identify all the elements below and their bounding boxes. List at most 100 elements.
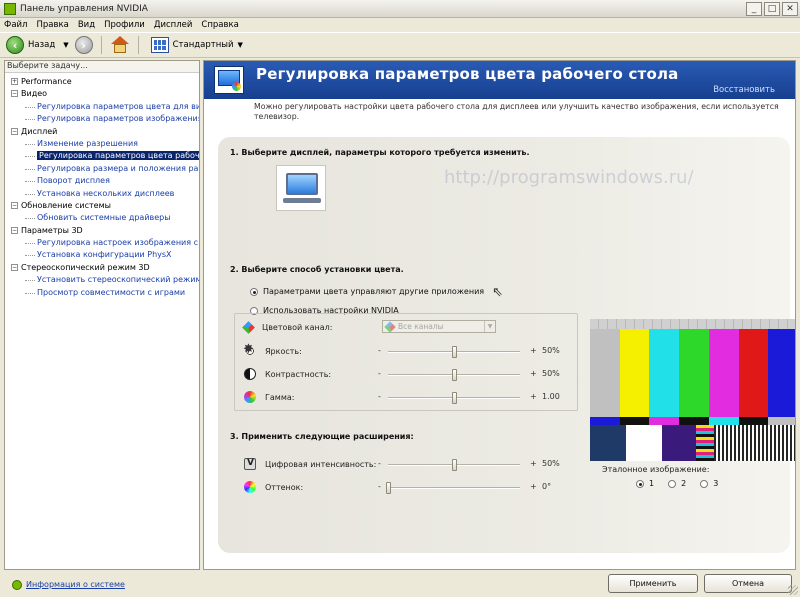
sidebar-item[interactable]: Регулировка настроек изображения с пр <box>5 237 199 249</box>
step2-title: 2. Выберите способ установки цвета. <box>230 265 404 274</box>
slider-thumb[interactable] <box>452 346 457 358</box>
vibrance-slider[interactable]: - +50% <box>378 459 580 471</box>
main-panel: Регулировка параметров цвета рабочего ст… <box>203 60 796 570</box>
display-select-tile[interactable] <box>276 165 326 211</box>
reference-option-label: 2 <box>681 479 687 488</box>
radio-dot[interactable] <box>250 287 258 296</box>
sidebar-category[interactable]: − Параметры 3D <box>5 225 199 237</box>
sidebar-item[interactable]: Установка конфигурации PhysX <box>5 249 199 261</box>
slider-thumb[interactable] <box>386 482 391 494</box>
sidebar-item[interactable]: Изменение разрешения <box>5 138 199 150</box>
tree-expander-icon[interactable]: + <box>11 78 18 85</box>
contrast-slider[interactable]: - +50% <box>378 369 580 381</box>
radio-other-apps-label: Параметрами цвета управляют другие прило… <box>263 287 485 296</box>
slider-minus-icon[interactable]: - <box>378 346 381 355</box>
slider-plus-icon[interactable]: + <box>530 392 537 401</box>
radio-dot[interactable] <box>636 479 644 488</box>
restore-link[interactable]: Восстановить <box>713 85 775 95</box>
resize-grip[interactable] <box>788 585 798 595</box>
slider-plus-icon[interactable]: + <box>530 346 537 355</box>
channel-row: Цветовой канал: <box>242 320 392 334</box>
reference-option-label: 1 <box>649 479 655 488</box>
slider-plus-icon[interactable]: + <box>530 482 537 491</box>
sidebar-item[interactable]: Просмотр совместимости с играми <box>5 287 199 299</box>
sidebar-category[interactable]: − Видео <box>5 88 199 100</box>
sidebar-label: Установка конфигурации PhysX <box>37 250 172 260</box>
tree-expander-icon[interactable]: − <box>11 201 18 209</box>
sidebar-label: Видео <box>21 89 48 99</box>
slider-track[interactable] <box>388 487 520 489</box>
page-title: Регулировка параметров цвета рабочего ст… <box>256 65 679 83</box>
sidebar-item[interactable]: Регулировка параметров изображения д <box>5 113 199 125</box>
back-arrow-icon[interactable]: ‹ <box>6 36 24 54</box>
radio-dot[interactable] <box>668 479 677 488</box>
sidebar-category[interactable]: − Стереоскопический режим 3D <box>5 262 199 274</box>
reference-option-1[interactable]: 1 <box>636 479 654 488</box>
sidebar-category[interactable]: − Обновление системы <box>5 200 199 212</box>
home-icon[interactable] <box>110 36 130 54</box>
sidebar-item[interactable]: Регулировка параметров цвета для вид <box>5 101 199 113</box>
slider-thumb[interactable] <box>452 392 457 404</box>
sidebar-label: Регулировка размера и положения рабо <box>37 163 199 173</box>
menu-help[interactable]: Справка <box>201 20 238 30</box>
back-button-label[interactable]: Назад <box>28 40 55 50</box>
color-bar <box>768 319 795 417</box>
tree-expander-icon[interactable]: − <box>11 263 18 271</box>
radio-other-apps[interactable]: Параметрами цвета управляют другие прило… <box>250 287 484 296</box>
contrast-label: Контрастность: <box>265 369 332 379</box>
color-channel-select[interactable]: Все каналы ▼ <box>382 320 496 333</box>
sidebar-item[interactable]: Регулировка параметров цвета рабочег <box>5 150 199 162</box>
reference-image-label: Эталонное изображение: <box>602 465 710 474</box>
reference-option-2[interactable]: 2 <box>668 479 686 488</box>
watermark-text: http://programswindows.ru/ <box>444 167 694 188</box>
close-button[interactable]: ✕ <box>782 1 798 16</box>
slider-thumb[interactable] <box>452 459 457 471</box>
sidebar-item[interactable]: Регулировка размера и положения рабо <box>5 163 199 175</box>
tree-expander-icon[interactable]: − <box>11 127 18 135</box>
cancel-button[interactable]: Отмена <box>704 574 792 593</box>
menu-file[interactable]: Файл <box>4 20 27 30</box>
brightness-slider[interactable]: - +50% <box>378 346 580 358</box>
sidebar-item[interactable]: Поворот дисплея <box>5 175 199 187</box>
slider-thumb[interactable] <box>452 369 457 381</box>
mouse-cursor-icon: ⇖ <box>492 285 503 300</box>
hue-slider[interactable]: - +0° <box>378 482 580 494</box>
back-dropdown-icon[interactable]: ▼ <box>63 41 68 49</box>
sidebar-label: Performance <box>21 77 72 86</box>
sidebar-category[interactable]: + Performance <box>5 76 199 88</box>
forward-arrow-icon[interactable]: › <box>74 36 93 54</box>
reference-option-3[interactable]: 3 <box>700 479 718 488</box>
radio-dot[interactable] <box>700 479 709 488</box>
tree-expander-icon[interactable]: − <box>11 90 18 98</box>
view-mode-icon[interactable] <box>150 37 169 53</box>
sidebar-item[interactable]: Установка нескольких дисплеев <box>5 188 199 200</box>
minimize-button[interactable]: _ <box>746 1 762 16</box>
slider-minus-icon[interactable]: - <box>378 482 381 491</box>
chevron-down-icon[interactable]: ▼ <box>484 321 495 332</box>
sidebar-category[interactable]: − Дисплей <box>5 126 199 138</box>
vibrance-label: Цифровая интенсивность: <box>265 459 377 469</box>
menu-view[interactable]: Вид <box>78 20 95 30</box>
sidebar-item[interactable]: Установить стереоскопический режим 3 <box>5 274 199 286</box>
menu-profiles[interactable]: Профили <box>104 20 145 30</box>
channel-select-value: Все каналы <box>398 322 444 331</box>
apply-button[interactable]: Применить <box>608 574 698 593</box>
menu-display[interactable]: Дисплей <box>154 20 193 30</box>
menu-edit[interactable]: Правка <box>36 20 68 30</box>
sidebar-item[interactable]: Обновить системные драйверы <box>5 212 199 224</box>
maximize-button[interactable]: □ <box>764 1 780 16</box>
slider-minus-icon[interactable]: - <box>378 369 381 378</box>
sidebar-label: Поворот дисплея <box>37 176 110 186</box>
slider-minus-icon[interactable]: - <box>378 459 381 468</box>
color-bar <box>679 319 709 417</box>
system-info-link[interactable]: Информация о системе <box>12 579 125 590</box>
sidebar-label: Регулировка параметров изображения д <box>37 114 199 124</box>
nvidia-logo-icon <box>4 2 16 15</box>
slider-minus-icon[interactable]: - <box>378 392 381 401</box>
slider-plus-icon[interactable]: + <box>530 369 537 378</box>
gamma-slider[interactable]: - +1.00 <box>378 392 580 404</box>
slider-plus-icon[interactable]: + <box>530 459 537 468</box>
tree-expander-icon[interactable]: − <box>11 226 18 234</box>
view-mode-label[interactable]: Стандартный <box>173 40 234 50</box>
view-mode-dropdown-icon[interactable]: ▼ <box>238 41 243 49</box>
